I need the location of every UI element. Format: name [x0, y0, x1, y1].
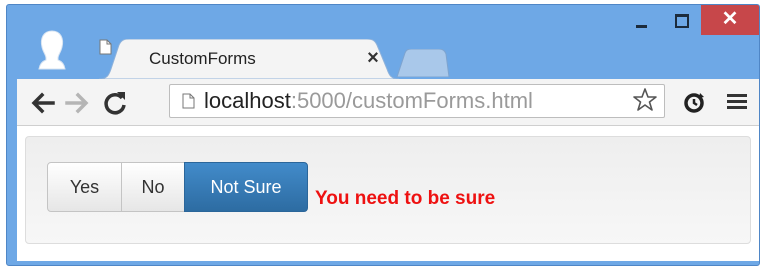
extension-icon[interactable]: [683, 92, 705, 114]
page-content: Yes No Not Sure You need to be sure: [17, 126, 759, 261]
back-arrow-icon[interactable]: [29, 89, 57, 117]
new-tab-button[interactable]: [395, 48, 451, 78]
close-window-button[interactable]: ✕: [701, 5, 759, 35]
form-well: Yes No Not Sure You need to be sure: [25, 136, 751, 244]
browser-window: CustomForms × ✕ localhost:5000/customFor…: [6, 4, 760, 266]
tab-close-icon[interactable]: ×: [363, 48, 383, 68]
url-host: localhost: [204, 88, 291, 113]
validation-message: You need to be sure: [315, 188, 496, 209]
user-avatar-icon[interactable]: [37, 29, 67, 71]
bookmark-star-icon[interactable]: [632, 87, 658, 120]
page-icon: [182, 93, 195, 109]
tab-title: CustomForms: [149, 49, 256, 68]
minimize-button[interactable]: [621, 5, 661, 35]
menu-icon[interactable]: [727, 94, 747, 110]
browser-toolbar: localhost:5000/customForms.html: [17, 79, 759, 126]
url-path: :5000/customForms.html: [290, 88, 533, 113]
maximize-button[interactable]: [661, 5, 701, 35]
no-button[interactable]: No: [121, 162, 185, 212]
browser-tab[interactable]: CustomForms ×: [99, 39, 399, 79]
forward-arrow-icon[interactable]: [63, 89, 91, 117]
reload-icon[interactable]: [101, 89, 129, 117]
not-sure-button[interactable]: Not Sure: [184, 162, 308, 212]
yes-button[interactable]: Yes: [47, 162, 122, 212]
url-text: localhost:5000/customForms.html: [204, 89, 533, 113]
page-icon: [99, 39, 112, 55]
address-bar[interactable]: localhost:5000/customForms.html: [169, 84, 665, 118]
close-icon: ✕: [721, 8, 739, 30]
